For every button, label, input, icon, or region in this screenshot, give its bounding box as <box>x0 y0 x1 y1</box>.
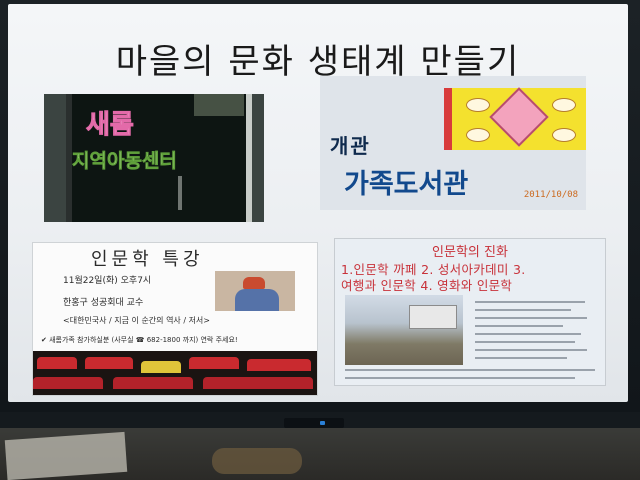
seat-shape <box>113 377 193 389</box>
library-photo: 개관 가족도서관 2011/10/08 <box>320 76 586 210</box>
evolution-heading: 인문학의 진화 <box>432 245 508 260</box>
lecture-title: 인문학 특강 <box>91 249 204 270</box>
blurred-object <box>212 448 302 474</box>
signboard-line1: 새롬 <box>86 110 135 141</box>
library-line1: 개관 <box>330 134 371 158</box>
poster-bubble-shape <box>466 98 490 112</box>
text-line-shape <box>475 301 585 303</box>
door-handle-image <box>178 176 182 210</box>
evolution-line2: 여행과 인문학 4. 영화와 인문학 <box>341 278 513 293</box>
monitor-stand <box>284 418 344 428</box>
text-line-shape <box>475 333 581 335</box>
lecture-detail-line: <대한민국사 / 지금 이 순간의 역사 / 저서> <box>63 316 210 325</box>
text-line-shape <box>345 369 595 371</box>
seat-shape <box>37 357 77 369</box>
text-line-shape <box>475 357 567 359</box>
humanities-evolution-slide: 인문학의 진화 1.인문학 까페 2. 성서아카데미 3. 여행과 인문학 4.… <box>334 238 606 386</box>
lecturer-hat-shape <box>243 277 265 289</box>
seat-shape <box>141 361 181 373</box>
text-line-shape <box>475 341 575 343</box>
lecture-detail-line: 11월22일(화) 오후7시 <box>63 276 152 286</box>
lecture-detail-line: 한홍구 성공회대 교수 <box>63 298 144 308</box>
text-line-shape <box>475 349 587 351</box>
projected-slide: 마을의 문화 생태계 만들기 새롬 지역아동센터 개관 가족도서관 2011/1… <box>8 4 628 402</box>
lecture-poster: 인문학 특강 11월22일(화) 오후7시 한홍구 성공회대 교수 <대한민국사… <box>32 242 318 396</box>
poster-bubble-shape <box>552 128 576 142</box>
poster-bubble-shape <box>466 128 490 142</box>
travel-photo <box>345 295 463 365</box>
paper-on-desk <box>4 431 128 480</box>
photo-date-stamp: 2011/10/08 <box>523 190 578 200</box>
seat-shape <box>33 377 103 389</box>
poster-bubble-shape <box>552 98 576 112</box>
text-line-shape <box>475 309 571 311</box>
library-line2: 가족도서관 <box>344 169 469 200</box>
text-line-shape <box>345 377 575 379</box>
signboard-line2: 지역아동센터 <box>72 150 177 173</box>
text-line-shape <box>475 317 587 319</box>
auditorium-seats-image <box>33 351 317 395</box>
lecture-detail-line: ✔ 새롬가족 참가하실분 (사무실 ☎ 682-1800 까지) 연락 주세요! <box>41 336 238 344</box>
text-line-shape <box>475 325 563 327</box>
signboard-photo: 새롬 지역아동센터 <box>44 94 264 222</box>
seat-shape <box>189 357 239 369</box>
lecturer-photo <box>215 271 295 311</box>
seat-shape <box>247 359 311 371</box>
seat-shape <box>203 377 313 389</box>
seat-shape <box>85 357 133 369</box>
lecturer-shirt-shape <box>235 289 279 311</box>
foliage-image <box>194 94 244 116</box>
van-image <box>409 305 457 329</box>
power-led-icon <box>320 421 325 425</box>
